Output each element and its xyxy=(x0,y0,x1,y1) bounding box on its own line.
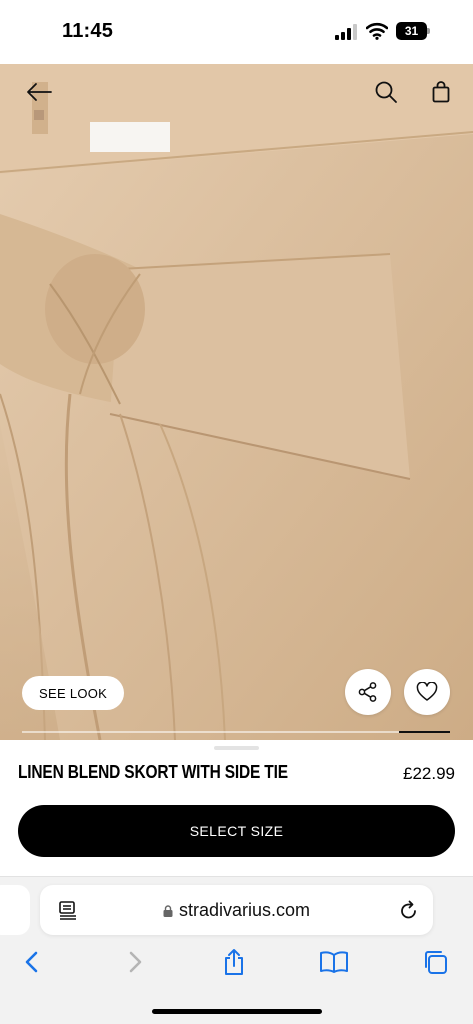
product-price: £22.99 xyxy=(403,764,455,783)
back-arrow-icon[interactable] xyxy=(24,78,54,106)
home-indicator[interactable] xyxy=(152,1009,322,1014)
share-icon xyxy=(225,949,243,975)
status-time: 11:45 xyxy=(62,20,114,42)
browser-forward-button[interactable] xyxy=(120,947,150,977)
bookmarks-button[interactable] xyxy=(319,947,349,977)
product-photo xyxy=(0,64,473,740)
forward-icon xyxy=(129,951,142,973)
address-bar[interactable]: stradivarius.com xyxy=(40,885,433,935)
sheet-grabber[interactable] xyxy=(214,746,259,750)
gallery-progress xyxy=(22,731,450,733)
product-sheet: LINEN BLEND SKORT WITH SIDE TIE £22.99 S… xyxy=(0,740,473,876)
select-size-button[interactable]: SELECT SIZE xyxy=(18,805,455,857)
see-look-button[interactable]: SEE LOOK xyxy=(22,676,125,710)
search-icon[interactable] xyxy=(372,78,400,106)
tabs-button[interactable] xyxy=(420,947,450,977)
shopping-bag-icon[interactable] xyxy=(428,78,454,106)
heart-icon xyxy=(416,682,438,701)
product-image-gallery[interactable]: SEE LOOK xyxy=(0,64,473,740)
browser-share-button[interactable] xyxy=(219,947,249,977)
battery-level: 31 xyxy=(396,22,427,40)
gallery-progress-fill xyxy=(398,731,450,733)
bookmarks-icon xyxy=(320,951,348,973)
share-icon xyxy=(358,682,377,702)
browser-back-button[interactable] xyxy=(17,947,47,977)
tabs-icon xyxy=(425,951,447,974)
product-name: LINEN BLEND SKORT WITH SIDE TIE xyxy=(18,762,288,782)
url-text: stradivarius.com xyxy=(178,899,311,920)
previous-tab-preview[interactable] xyxy=(0,885,30,935)
status-bar: 11:45 31 xyxy=(0,0,473,64)
share-button[interactable] xyxy=(345,669,391,715)
url-display[interactable]: stradivarius.com xyxy=(40,885,433,935)
wishlist-button[interactable] xyxy=(404,669,450,715)
signal-icon xyxy=(335,24,359,40)
battery-icon: 31 xyxy=(396,22,430,40)
reload-icon[interactable] xyxy=(399,899,419,921)
browser-toolbar: stradivarius.com xyxy=(0,876,473,1024)
lock-icon xyxy=(163,905,173,917)
back-icon xyxy=(25,951,38,973)
wifi-icon xyxy=(366,22,388,40)
